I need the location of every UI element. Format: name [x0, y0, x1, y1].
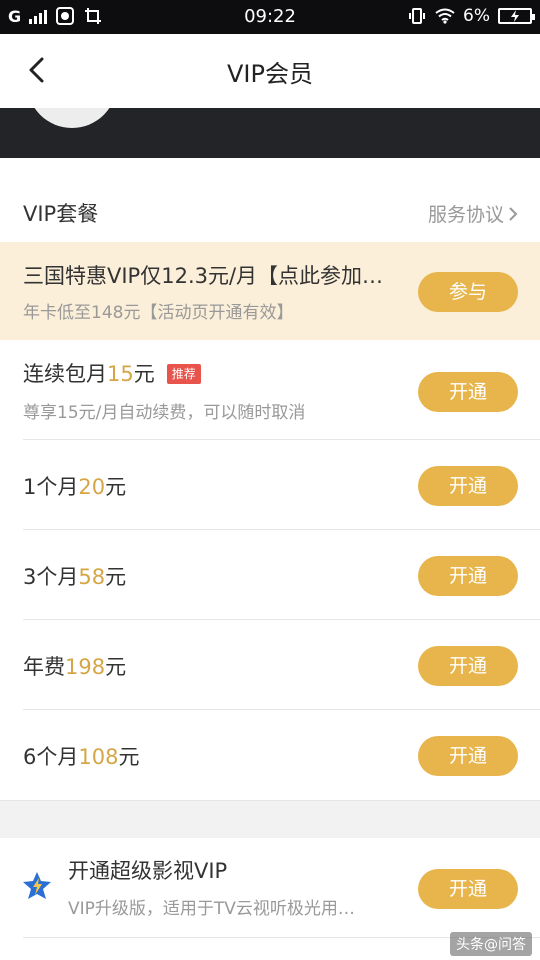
watermark: 头条@问答: [450, 932, 532, 956]
plan-price: 108: [78, 745, 119, 769]
activate-button[interactable]: 开通: [418, 372, 518, 412]
section-title: VIP套餐: [23, 202, 99, 226]
activate-button[interactable]: 开通: [418, 466, 518, 506]
plan-row-6-months[interactable]: 6个月108元 开通: [0, 710, 540, 800]
status-bar: G 09:22 6%: [0, 0, 540, 34]
plan-row-3-months[interactable]: 3个月58元 开通: [0, 530, 540, 620]
promo-title: 三国特惠VIP仅12.3元/月【点此参加…: [23, 264, 384, 288]
plan-row-continuous-monthly[interactable]: 连续包月15元 推荐 尊享15元/月自动续费，可以随时取消 开通: [0, 340, 540, 440]
activate-button[interactable]: 开通: [418, 646, 518, 686]
vibrate-icon: [407, 6, 427, 26]
nav-header: VIP会员: [0, 34, 540, 108]
join-button[interactable]: 参与: [418, 272, 518, 312]
service-agreement-link[interactable]: 服务协议: [428, 200, 518, 227]
super-vip-subtitle: VIP升级版，适用于TV云视听极光用…: [68, 899, 355, 919]
battery-icon: [498, 8, 535, 24]
star-badge-icon: [22, 871, 52, 901]
plan-price: 15: [107, 362, 134, 386]
wifi-icon: [435, 6, 455, 26]
profile-banner: [0, 108, 540, 158]
plan-title: 连续包月15元 推荐: [23, 358, 201, 388]
section-separator: [0, 800, 540, 838]
battery-percent: 6%: [463, 6, 490, 26]
plan-row-annual[interactable]: 年费198元 开通: [0, 620, 540, 710]
chevron-right-icon: [509, 206, 518, 221]
activate-super-vip-button[interactable]: 开通: [418, 869, 518, 909]
plan-price: 58: [78, 565, 106, 589]
plan-row-1-month[interactable]: 1个月20元 开通: [0, 440, 540, 530]
plan-price: 198: [65, 655, 106, 679]
plan-title: 6个月108元: [23, 745, 140, 769]
super-vip-title: 开通超级影视VIP: [68, 859, 228, 883]
service-agreement-label: 服务协议: [427, 204, 504, 226]
activate-button[interactable]: 开通: [418, 736, 518, 776]
plan-price: 20: [78, 475, 106, 499]
promo-subtitle: 年卡低至148元【活动页开通有效】: [23, 303, 294, 323]
promo-row[interactable]: 三国特惠VIP仅12.3元/月【点此参加… 年卡低至148元【活动页开通有效】 …: [0, 242, 540, 340]
vip-package-header: VIP套餐 服务协议: [0, 180, 540, 242]
super-vip-row[interactable]: 开通超级影视VIP VIP升级版，适用于TV云视听极光用… 开通: [0, 838, 540, 938]
plan-title: 1个月20元: [23, 475, 127, 499]
plan-subtitle: 尊享15元/月自动续费，可以随时取消: [23, 403, 306, 423]
page-title: VIP会员: [227, 60, 313, 88]
recommended-badge: 推荐: [166, 364, 201, 384]
plan-title: 3个月58元: [23, 565, 127, 589]
status-right: 6%: [407, 6, 535, 26]
plan-title: 年费198元: [23, 655, 127, 679]
avatar[interactable]: [27, 108, 117, 128]
activate-button[interactable]: 开通: [418, 556, 518, 596]
